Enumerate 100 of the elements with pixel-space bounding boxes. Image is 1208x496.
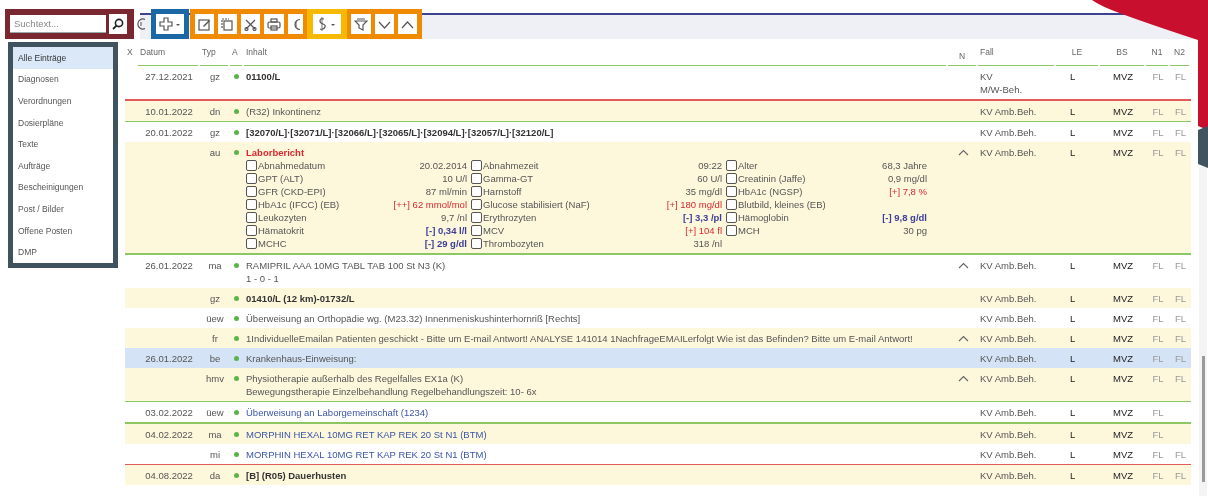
lab-value: 09:22 [698,160,722,171]
chevron-up-icon[interactable] [957,374,969,382]
filter-button[interactable] [351,14,371,34]
status-dot [234,473,239,478]
checkbox[interactable] [471,160,482,171]
table-cell: L [1070,71,1076,82]
lab-value: 318 /nl [693,238,722,249]
checkbox[interactable] [471,186,482,197]
checkbox[interactable] [726,199,737,210]
scrollbar[interactable] [1199,167,1207,496]
table-cell: da [209,470,221,481]
table-cell: L [1070,372,1076,384]
lab-label: Hämoglobin [738,211,789,224]
table-cell: ma [208,259,222,271]
table-cell: FL [1174,147,1187,158]
content-text: (R32) Inkontinenz [246,105,321,117]
lab-value: 35 mg/dl [685,186,722,197]
collapse-down-button[interactable] [375,14,394,34]
search-field[interactable]: Suchtext... [10,15,106,33]
table-cell: 04.02.2022 [145,428,193,440]
table-cell: MVZ [1112,259,1134,271]
table-cell: üew [206,407,224,418]
table-row[interactable]: gz 01410/L (12 km)-01732/L KV Amb.Beh. L MVZ FL FL [125,287,1191,308]
checkbox[interactable] [246,225,257,236]
table-row[interactable]: 04.08.2022 da [B] (R05) Dauerhusten KV Amb.Beh. L MVZ FL FL [125,465,1191,485]
table-row[interactable] [125,142,1191,253]
chevron-up-icon[interactable] [957,334,969,342]
checkbox[interactable] [726,212,737,223]
status-dot [234,262,239,268]
checkbox[interactable] [246,173,257,184]
table-row[interactable]: fr 1IndividuelleEmailan Patienten geschickt - Bitte um E-mail Antwort! ANALYSE 141014 1NachfrageEMAILerfolgt Wie ist das Befinden? Bitte um E-mail Antwort! KV Amb.Beh. L MVZ FL FL [125,327,1191,348]
content-text: Überweisung an Laborgemeinschaft (1234) [246,407,429,418]
collapse-up-button[interactable] [398,14,417,34]
table-cell: FL [1174,470,1187,481]
table-row[interactable]: hmv Physiotherapie außerhalb des Regelfalles EX1a (K) Bewegungstherapie Einzelbehandlung Regelbehandlungszeit: 10- 6x KV Amb.Beh. L MVZ FL FL [125,367,1191,401]
lab-label: GFR (CKD-EPI) [258,185,326,198]
table-cell: FL [1174,372,1187,384]
table-cell: FL [1174,71,1187,82]
cut-button[interactable] [241,14,260,34]
table-cell: 26.01.2022 [145,259,193,271]
lab-value: 87 ml/min [425,186,467,197]
checkbox[interactable] [246,212,257,223]
print-button[interactable] [264,14,284,34]
checkbox[interactable] [246,186,257,197]
checkbox[interactable] [471,212,482,223]
checkbox[interactable] [246,160,257,171]
table-cell: FL [1152,428,1164,440]
table-row[interactable]: 04.02.2022 ma MORPHIN HEXAL 10MG RET KAP REK 20 St N1 (BTM) KV Amb.Beh. L MVZ FL [125,423,1191,444]
checkbox[interactable] [471,238,482,249]
table-cell: FL [1152,448,1164,460]
table-cell: L [1070,312,1076,324]
table-cell: 26.01.2022 [145,352,193,364]
chevron-up-icon[interactable] [957,149,969,156]
table-cell: MVZ [1112,292,1134,304]
lab-label: MCHC [258,237,287,250]
table-cell: L [1070,105,1076,117]
table-row[interactable]: 10.01.2022 dn (R32) Inkontinenz KV Amb.Beh. L MVZ FL FL [125,100,1191,121]
content-text: Krankenhaus-Einweisung: [246,352,357,364]
status-dot [234,355,239,361]
edit-button[interactable] [195,14,214,34]
checkbox[interactable] [726,225,737,236]
info-button[interactable] [288,14,303,34]
chevron-up-icon[interactable] [957,261,969,269]
content-text: [32070/L]·[32071/L]·[32066/L]·[32065/L]·[32094/L]·[32057/L]·[32120/L] [246,127,554,138]
table-cell: FL [1174,332,1187,344]
content-text: [B] (R05) Dauerhusten [246,470,347,481]
table-cell: FL [1152,372,1164,384]
checkbox[interactable] [726,186,737,197]
lab-label: MCH [738,224,760,237]
table-cell: KV Amb.Beh. [980,407,1037,418]
checkbox[interactable] [246,199,257,210]
table-cell: üew [206,312,224,324]
checkbox[interactable] [471,199,482,210]
search-button[interactable] [109,14,127,34]
table-cell: mi [210,448,220,460]
edit-icon [198,17,211,31]
table-row[interactable]: 26.01.2022 be Krankenhaus-Einweisung: KV Amb.Beh. L MVZ FL FL [125,347,1191,368]
checkbox[interactable] [471,173,482,184]
lab-label: Leukozyten [258,211,307,224]
checkbox[interactable] [471,225,482,236]
table-cell: KV Amb.Beh. [980,127,1037,138]
column-header[interactable]: X [125,45,136,66]
checkbox[interactable] [246,238,257,249]
table-cell: FL [1152,127,1164,138]
table-cell: fr [212,332,218,344]
status-dot [234,375,239,381]
scrollbar-thumb[interactable] [1202,356,1205,482]
table-cell: MVZ [1112,352,1134,364]
lab-label: Gamma-GT [483,172,534,185]
section-button[interactable] [313,14,341,34]
checkbox[interactable] [726,160,737,171]
checkbox[interactable] [726,173,737,184]
content-text: 01410/L (12 km)-01732/L [246,292,355,304]
table-cell: L [1070,470,1076,481]
table-cell: KV Amb.Beh. [980,105,1037,117]
table-cell: MVZ [1112,71,1134,82]
sidebar-item[interactable]: Alle Einträge [13,47,113,69]
table-cell: KV Amb.Beh. [980,372,1037,384]
table-cell: FL [1174,105,1187,117]
table-cell: MVZ [1112,147,1134,158]
